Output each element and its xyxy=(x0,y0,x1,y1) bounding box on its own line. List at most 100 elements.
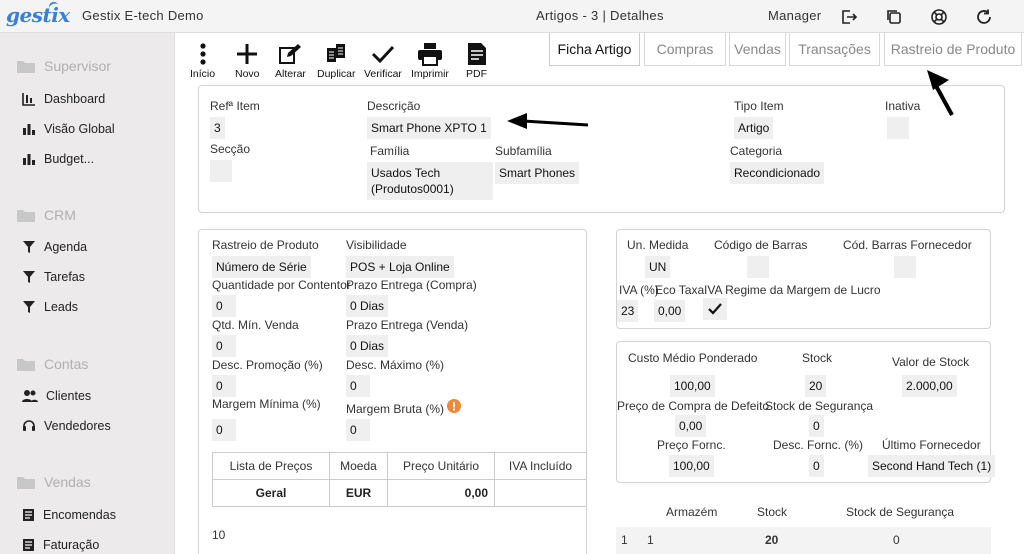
pdf-button[interactable]: PDF xyxy=(466,40,487,80)
sidebar-group-supervisor[interactable]: Supervisor xyxy=(16,58,111,74)
users-icon xyxy=(22,390,38,402)
stock-seguranca-field[interactable]: 0 xyxy=(809,415,824,437)
sidebar-item-leads[interactable]: Leads xyxy=(22,300,78,314)
plus-icon xyxy=(237,44,258,64)
familia-field[interactable]: Usados Tech (Produtos0001) xyxy=(367,162,493,200)
price-cell-iva[interactable] xyxy=(494,479,587,507)
ultimo-forn-field[interactable]: Second Hand Tech (1) xyxy=(868,455,996,477)
duplicar-button[interactable]: Duplicar xyxy=(317,40,356,80)
copy-window-icon[interactable] xyxy=(883,6,905,28)
table-row[interactable]: 1 1 20 0 xyxy=(616,527,991,554)
qtd-contentor-field[interactable]: 0 xyxy=(212,295,236,317)
tab-rastreio-de-produto[interactable]: Rastreio de Produto xyxy=(884,33,1022,66)
visibilidade-label: Visibilidade xyxy=(346,238,407,252)
visibilidade-field[interactable]: POS + Loja Online xyxy=(346,256,454,278)
categoria-label: Categoria xyxy=(730,144,783,158)
warehouse-cell-index: 1 xyxy=(621,533,628,547)
qtd-min-field[interactable]: 0 xyxy=(212,335,236,357)
preco-defeito-label: Preço de Compra de Defeito xyxy=(617,399,770,413)
sidebar-item-clientes[interactable]: Clientes xyxy=(22,389,91,403)
alterar-button[interactable]: Alterar xyxy=(275,40,306,80)
iva-field[interactable]: 23 xyxy=(617,300,639,322)
sidebar-item-encomendas[interactable]: Encomendas xyxy=(22,508,116,522)
sidebar-group-contas[interactable]: Contas xyxy=(16,356,88,372)
preco-forn-label: Preço Fornc. xyxy=(657,438,726,452)
price-cell-preco[interactable]: 0,00 xyxy=(387,479,495,507)
sidebar-group-crm[interactable]: CRM xyxy=(16,207,76,223)
seccao-field[interactable] xyxy=(210,160,232,182)
stock-field[interactable]: 20 xyxy=(805,375,827,397)
document-icon xyxy=(23,539,34,551)
rastreio-label: Rastreio de Produto xyxy=(212,238,319,252)
eco-taxa-label: Eco Taxa xyxy=(655,283,705,297)
user-menu[interactable]: Manager xyxy=(768,8,821,23)
un-medida-field[interactable]: UN xyxy=(645,256,671,278)
margem-bruta-label: Margem Bruta (%) xyxy=(346,402,445,416)
logo[interactable]: gestix xyxy=(6,3,70,27)
sidebar-item-agenda[interactable]: Agenda xyxy=(22,240,87,254)
desc-promo-label: Desc. Promoção (%) xyxy=(212,358,323,372)
desc-max-label: Desc. Máximo (%) xyxy=(346,358,445,372)
price-header-preco: Preço Unitário xyxy=(387,452,495,480)
logout-icon[interactable] xyxy=(838,6,860,28)
folder-icon xyxy=(17,476,35,489)
margem-bruta-field[interactable]: 0 xyxy=(346,419,370,441)
sidebar-item-faturacao[interactable]: Faturação xyxy=(22,538,99,552)
sidebar-item-dashboard[interactable]: Dashboard xyxy=(22,92,105,106)
prazo-compra-field[interactable]: 0 Dias xyxy=(346,295,389,317)
sidebar-group-vendas[interactable]: Vendas xyxy=(16,474,91,490)
valor-stock-label: Valor de Stock xyxy=(892,355,970,369)
custo-field[interactable]: 100,00 xyxy=(670,375,715,397)
desc-forn-label: Desc. Fornc. (%) xyxy=(773,438,864,452)
inicio-button[interactable]: Início xyxy=(190,40,215,80)
custo-label: Custo Médio Ponderado xyxy=(628,351,758,365)
product-details-panel: Rastreio de Produto Número de Série Visi… xyxy=(198,229,587,554)
desc-forn-field[interactable]: 0 xyxy=(809,455,824,477)
preco-forn-field[interactable]: 100,00 xyxy=(669,455,714,477)
sidebar-item-visao-global[interactable]: Visão Global xyxy=(22,122,115,136)
inativa-checkbox[interactable] xyxy=(887,117,909,139)
stock-label: Stock xyxy=(802,351,833,365)
iva-margem-label: IVA Regime da Margem de Lucro xyxy=(704,283,881,297)
warehouse-header-armazem: Armazém xyxy=(666,505,718,519)
desc-promo-field[interactable]: 0 xyxy=(212,375,236,397)
tab-vendas[interactable]: Vendas xyxy=(729,33,786,66)
eco-taxa-field[interactable]: 0,00 xyxy=(654,300,686,322)
sidebar-item-budget[interactable]: Budget... xyxy=(22,152,94,166)
rastreio-field[interactable]: Número de Série xyxy=(212,256,311,278)
desc-max-field[interactable]: 0 xyxy=(346,375,370,397)
item-header-panel: Refª Item 3 Descrição Smart Phone XPTO 1… xyxy=(198,85,1005,213)
prazo-venda-field[interactable]: 0 Dias xyxy=(346,335,389,357)
tab-ficha-artigo[interactable]: Ficha Artigo xyxy=(549,33,640,66)
sidebar-item-vendedores[interactable]: Vendedores xyxy=(22,419,111,433)
sidebar-item-tarefas[interactable]: Tarefas xyxy=(22,270,85,284)
codigo-barras-field[interactable] xyxy=(747,256,769,278)
descricao-field[interactable]: Smart Phone XPTO 1 xyxy=(367,117,491,139)
price-list-table: Lista de Preços Moeda Preço Unitário IVA… xyxy=(212,452,587,507)
table-row[interactable]: Geral EUR 0,00 xyxy=(212,479,587,507)
verificar-button[interactable]: Verificar xyxy=(364,40,402,80)
margem-min-field[interactable]: 0 xyxy=(212,419,236,441)
app-title: Gestix E-tech Demo xyxy=(82,8,204,23)
folder-icon xyxy=(17,60,35,73)
help-lifebuoy-icon[interactable] xyxy=(928,6,950,28)
novo-button[interactable]: Novo xyxy=(235,40,260,80)
refresh-icon[interactable] xyxy=(973,6,995,28)
iva-margem-checkbox[interactable] xyxy=(703,298,727,320)
subfamilia-field[interactable]: Smart Phones xyxy=(495,162,580,184)
preco-defeito-field[interactable]: 0,00 xyxy=(675,415,707,437)
filter-icon xyxy=(23,241,35,253)
imprimir-button[interactable]: Imprimir xyxy=(411,40,449,80)
tab-compras[interactable]: Compras xyxy=(644,33,726,66)
warehouse-cell-armazem: 1 xyxy=(647,533,654,547)
iva-label: IVA (%) xyxy=(619,283,659,297)
folder-icon xyxy=(17,209,35,222)
ref-field[interactable]: 3 xyxy=(210,117,225,139)
valor-stock-field[interactable]: 2.000,00 xyxy=(902,375,957,397)
barras-fornecedor-field[interactable] xyxy=(894,256,916,278)
warning-icon[interactable] xyxy=(447,399,461,416)
tab-transacoes[interactable]: Transações xyxy=(789,33,880,66)
categoria-field[interactable]: Recondicionado xyxy=(730,162,825,184)
arrow-annotation-icon xyxy=(507,113,589,129)
tipo-item-field[interactable]: Artigo xyxy=(734,117,774,139)
